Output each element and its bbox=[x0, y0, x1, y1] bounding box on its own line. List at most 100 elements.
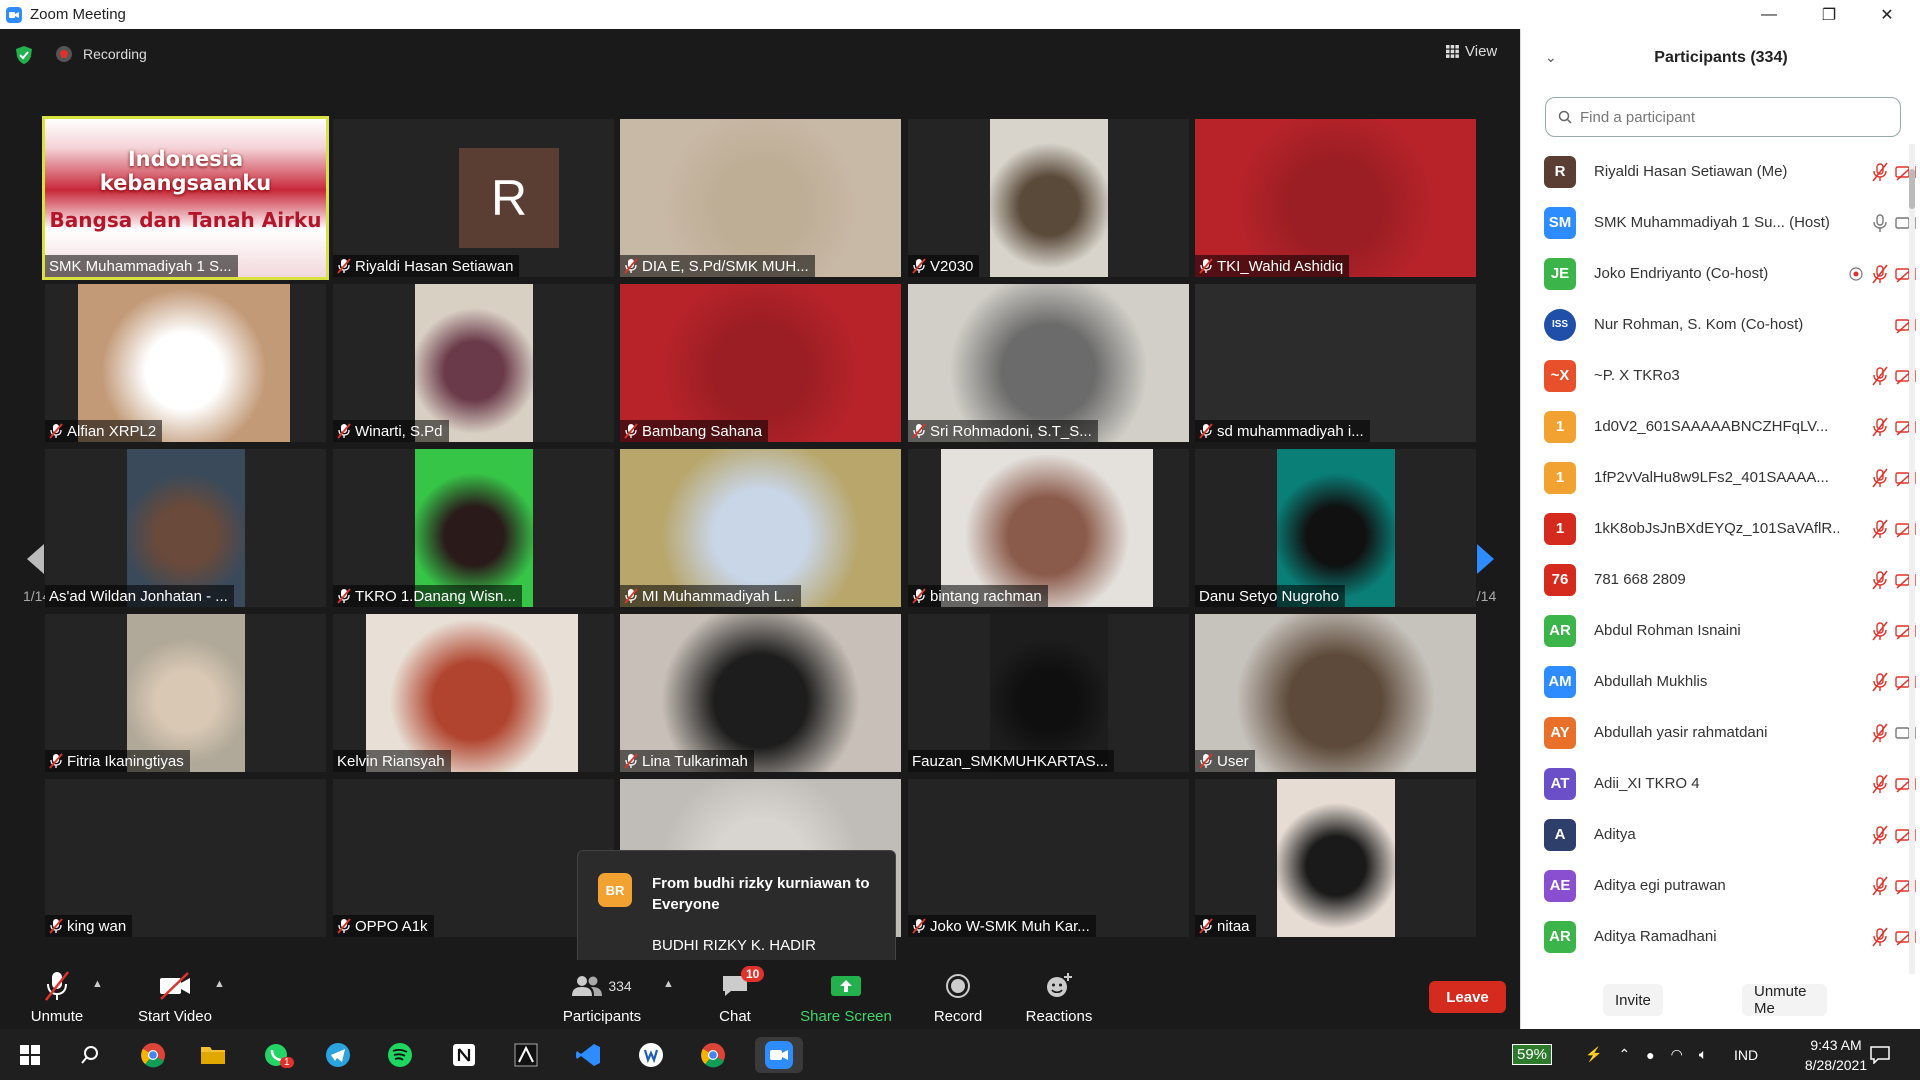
view-button[interactable]: View bbox=[1446, 43, 1497, 60]
audio-options-caret-icon[interactable]: ▲ bbox=[92, 978, 103, 990]
participant-row[interactable]: ~X ~P. X TKRo3 bbox=[1521, 350, 1916, 401]
reactions-button[interactable]: Reactions bbox=[1023, 960, 1095, 1029]
video-tile[interactable]: TKI_Wahid Ashidiq bbox=[1195, 119, 1476, 277]
mic-muted-icon[interactable] bbox=[1869, 876, 1891, 896]
video-tile[interactable]: Indonesia kebangsaanku Bangsa dan Tanah A… bbox=[42, 116, 329, 280]
participant-list-scrollbar[interactable] bbox=[1909, 144, 1915, 974]
participant-row[interactable]: 1 1kK8obJsJnBXdEYQz_101SaVAflR... bbox=[1521, 503, 1916, 554]
participant-row[interactable]: 1 1d0V2_601SAAAAABNCZHFqLV... bbox=[1521, 401, 1916, 452]
share-screen-button[interactable]: Share Screen bbox=[800, 960, 892, 1029]
participant-row[interactable]: AY Abdullah yasir rahmatdani bbox=[1521, 707, 1916, 758]
mic-muted-icon[interactable] bbox=[1869, 774, 1891, 794]
participant-row[interactable]: AE Aditya egi putrawan bbox=[1521, 860, 1916, 911]
vscode-icon[interactable] bbox=[570, 1037, 606, 1073]
unmute-button[interactable]: Unmute bbox=[24, 960, 90, 1029]
windows-start-icon[interactable] bbox=[12, 1037, 48, 1073]
participant-row[interactable]: AM Abdullah Mukhlis bbox=[1521, 656, 1916, 707]
file-explorer-icon[interactable] bbox=[195, 1037, 231, 1073]
wifi-icon[interactable]: ◠ bbox=[1671, 1046, 1683, 1063]
invite-button[interactable]: Invite bbox=[1603, 984, 1663, 1016]
video-tile[interactable]: Kelvin Riansyah bbox=[333, 614, 614, 772]
video-tile[interactable]: As'ad Wildan Jonhatan - ... bbox=[45, 449, 326, 607]
chat-notification-popup[interactable]: BR From budhi rizky kurniawan to Everyon… bbox=[577, 850, 896, 974]
participant-row[interactable]: 1 1fP2vValHu8w9LFs2_401SAAAA... bbox=[1521, 452, 1916, 503]
close-button[interactable]: ✕ bbox=[1858, 0, 1916, 29]
participant-row[interactable]: AR Abdul Rohman Isnaini bbox=[1521, 605, 1916, 656]
participant-search-box[interactable] bbox=[1545, 97, 1901, 137]
leave-button[interactable]: Leave bbox=[1429, 981, 1506, 1013]
video-tile[interactable]: Fitria Ikaningtiyas bbox=[45, 614, 326, 772]
mic-muted-icon[interactable] bbox=[1869, 417, 1891, 437]
participant-row[interactable]: 76 781 668 2809 bbox=[1521, 554, 1916, 605]
mic-muted-icon[interactable] bbox=[1869, 927, 1891, 947]
video-tile[interactable]: king wan bbox=[45, 779, 326, 937]
input-language[interactable]: IND bbox=[1734, 1029, 1758, 1080]
video-tile[interactable]: OPPO A1k bbox=[333, 779, 614, 937]
telegram-icon[interactable] bbox=[320, 1037, 356, 1073]
notification-center-icon[interactable] bbox=[1870, 1029, 1890, 1080]
participants-button[interactable]: 334 Participants bbox=[560, 960, 644, 1029]
mic-muted-icon[interactable] bbox=[1869, 825, 1891, 845]
video-tile[interactable]: User bbox=[1195, 614, 1476, 772]
encryption-shield-icon[interactable] bbox=[14, 45, 34, 65]
participant-row[interactable]: AR Aditya Ramadhani bbox=[1521, 911, 1916, 962]
volume-icon[interactable]: 🔈︎ bbox=[1699, 1046, 1707, 1063]
video-tile[interactable]: R Riyaldi Hasan Setiawan bbox=[333, 119, 614, 277]
mic-muted-icon[interactable] bbox=[1869, 162, 1891, 182]
video-tile[interactable]: nitaa bbox=[1195, 779, 1476, 937]
battery-indicator[interactable]: 59% bbox=[1512, 1029, 1553, 1080]
participant-row[interactable]: JE Joko Endriyanto (Co-host) bbox=[1521, 248, 1916, 299]
video-tile[interactable]: Joko W-SMK Muh Kar... bbox=[908, 779, 1189, 937]
participant-row[interactable]: R Riyaldi Hasan Setiawan (Me) bbox=[1521, 146, 1916, 197]
participant-row[interactable]: AT Adii_XI TKRO 4 bbox=[1521, 758, 1916, 809]
show-hidden-icons-chevron-icon[interactable]: ⌃ bbox=[1618, 1046, 1630, 1063]
mic-muted-icon[interactable] bbox=[1869, 468, 1891, 488]
notion-icon[interactable] bbox=[446, 1037, 482, 1073]
video-tile[interactable]: Bambang Sahana bbox=[620, 284, 901, 442]
zoom-taskbar-icon[interactable] bbox=[755, 1037, 803, 1073]
participants-options-caret-icon[interactable]: ▲ bbox=[663, 978, 674, 990]
minimize-button[interactable]: — bbox=[1740, 0, 1798, 29]
video-options-caret-icon[interactable]: ▲ bbox=[214, 978, 225, 990]
mic-muted-icon[interactable] bbox=[1869, 723, 1891, 743]
video-tile[interactable]: V2030 bbox=[908, 119, 1189, 277]
participant-row[interactable]: SM SMK Muhammadiyah 1 Su... (Host) bbox=[1521, 197, 1916, 248]
chrome-profile-icon[interactable] bbox=[695, 1037, 731, 1073]
video-tile[interactable]: DIA E, S.Pd/SMK MUH... bbox=[620, 119, 901, 277]
maximize-button[interactable]: ❐ bbox=[1800, 0, 1858, 29]
word-processor-icon[interactable] bbox=[633, 1037, 669, 1073]
spotify-icon[interactable] bbox=[382, 1037, 418, 1073]
unmute-me-button[interactable]: Unmute Me bbox=[1742, 983, 1827, 1017]
video-tile[interactable]: MI Muhammadiyah L... bbox=[620, 449, 901, 607]
video-tile[interactable]: Lina Tulkarimah bbox=[620, 614, 901, 772]
participant-search-input[interactable] bbox=[1580, 108, 1880, 126]
mic-muted-icon[interactable] bbox=[1869, 621, 1891, 641]
video-tile[interactable]: sd muhammadiyah i... bbox=[1195, 284, 1476, 442]
search-taskbar-icon[interactable] bbox=[72, 1037, 108, 1073]
mic-muted-icon[interactable] bbox=[1869, 570, 1891, 590]
whatsapp-icon[interactable]: 1 bbox=[258, 1037, 294, 1073]
chrome-icon[interactable] bbox=[135, 1037, 171, 1073]
video-tile[interactable]: bintang rachman bbox=[908, 449, 1189, 607]
chat-button[interactable]: 10 Chat bbox=[712, 960, 765, 1029]
video-tile[interactable]: Winarti, S.Pd bbox=[333, 284, 614, 442]
microphone-tray-icon[interactable]: ● bbox=[1646, 1047, 1654, 1063]
participant-name-tag: sd muhammadiyah i... bbox=[1195, 420, 1370, 442]
plug-icon[interactable]: ⚡ bbox=[1585, 1046, 1602, 1063]
video-tile[interactable]: TKRO 1.Danang Wisn... bbox=[333, 449, 614, 607]
start-video-button[interactable]: Start Video bbox=[132, 960, 218, 1029]
video-tile[interactable]: Fauzan_SMKMUHKARTAS... bbox=[908, 614, 1189, 772]
inkscape-app-icon[interactable] bbox=[508, 1037, 544, 1073]
mic-muted-icon[interactable] bbox=[1869, 519, 1891, 539]
video-tile[interactable]: Sri Rohmadoni, S.T_S... bbox=[908, 284, 1189, 442]
mic-muted-icon[interactable] bbox=[1869, 264, 1891, 284]
video-tile[interactable]: Alfian XRPL2 bbox=[45, 284, 326, 442]
video-tile[interactable]: Danu Setyo Nugroho bbox=[1195, 449, 1476, 607]
mic-icon[interactable] bbox=[1869, 213, 1891, 233]
record-button[interactable]: Record bbox=[930, 960, 986, 1029]
clock[interactable]: 9:43 AM 8/28/2021 bbox=[1790, 1029, 1882, 1080]
mic-muted-icon[interactable] bbox=[1869, 672, 1891, 692]
participant-row[interactable]: ISS Nur Rohman, S. Kom (Co-host) bbox=[1521, 299, 1916, 350]
participant-row[interactable]: A Aditya bbox=[1521, 809, 1916, 860]
mic-muted-icon[interactable] bbox=[1869, 366, 1891, 386]
